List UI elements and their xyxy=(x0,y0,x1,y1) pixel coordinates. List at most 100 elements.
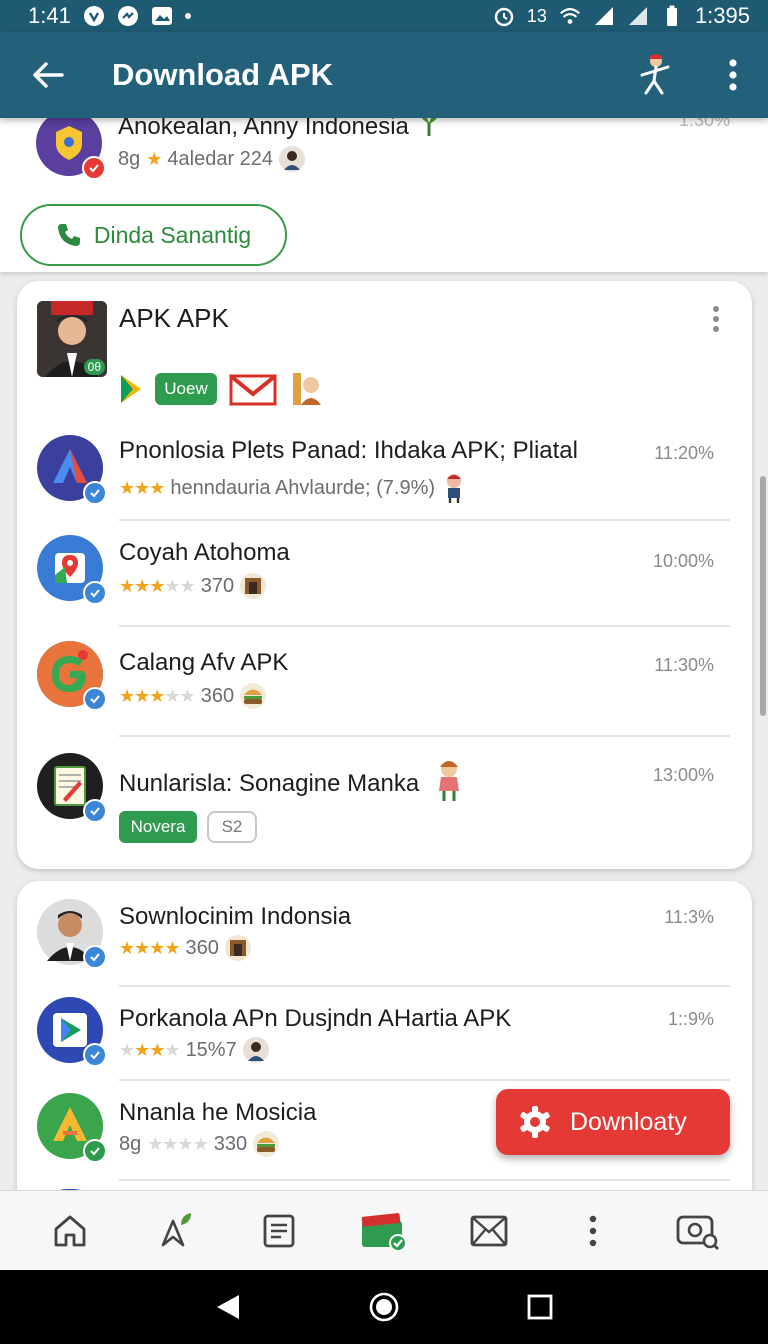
cell-signal-2-icon xyxy=(627,5,649,27)
divider xyxy=(119,985,730,987)
phone-icon xyxy=(57,224,80,246)
character-sticker-icon[interactable] xyxy=(289,371,325,407)
app-meta-6-text: 15%7 xyxy=(185,1038,237,1061)
bottom-navigation xyxy=(0,1190,768,1270)
app-title-5[interactable]: Sownlocinim Indonsia xyxy=(119,903,351,931)
app-icon-5[interactable] xyxy=(37,899,107,969)
rating-stars: ★★★★★ xyxy=(119,685,196,706)
signal-label: 13 xyxy=(526,5,547,26)
status-bar-left: 1:41 xyxy=(28,3,191,29)
app-title-6[interactable]: Porkanola APn Dusjndn AHartia APK xyxy=(119,1005,511,1033)
app-time-1: 11:20% xyxy=(654,443,714,463)
battery-icon xyxy=(661,5,683,27)
featured-apps-row: Uoew xyxy=(117,371,325,407)
pin-leaf-icon xyxy=(161,1212,191,1246)
nav-explore[interactable] xyxy=(145,1201,205,1261)
system-back-button[interactable] xyxy=(200,1279,256,1335)
app-meta-5-text: 360 xyxy=(185,936,219,959)
verified-badge-icon xyxy=(83,945,107,969)
notification-icon xyxy=(83,5,105,27)
app-time-3: 11:30% xyxy=(654,655,714,675)
app-meta-6: ★★★★ 15%7 xyxy=(119,1037,269,1063)
chip-novera[interactable]: Novera xyxy=(119,811,197,843)
divider xyxy=(119,1079,730,1081)
rating-stars: ★★★★ xyxy=(147,1133,209,1154)
app-icon-1[interactable] xyxy=(37,435,107,505)
chip-size[interactable]: S2 xyxy=(207,811,257,843)
back-button[interactable] xyxy=(20,47,76,103)
divider xyxy=(119,625,730,627)
nav-camera-search[interactable] xyxy=(668,1201,728,1261)
featured-avatar[interactable]: 0θ xyxy=(37,301,107,377)
apk-card: 0θ APK APK Uoew Pnonlosia Plets Panad: I… xyxy=(17,281,752,869)
gmail-icon[interactable] xyxy=(229,372,277,406)
top-app-icon[interactable] xyxy=(36,118,106,180)
verified-badge-icon xyxy=(83,481,107,505)
top-item-title[interactable]: Anokealan, Anny Indonesia xyxy=(118,118,442,141)
app-title-4[interactable]: Nunlarisla: Sonagine Manka xyxy=(119,759,464,803)
divider xyxy=(119,519,730,521)
status-bar: 1:41 13 1:395 xyxy=(0,0,768,32)
featured-title[interactable]: APK APK xyxy=(119,303,229,334)
more-vertical-icon xyxy=(589,1215,597,1246)
app-title-2[interactable]: Coyah Atohoma xyxy=(119,539,290,567)
overflow-menu-button[interactable] xyxy=(718,51,748,99)
app-meta-2-text: 370 xyxy=(200,574,235,597)
cell-signal-icon xyxy=(593,5,615,27)
triangle-back-icon xyxy=(217,1295,239,1319)
gallery-icon xyxy=(151,5,173,27)
featured-menu-button[interactable] xyxy=(712,305,728,333)
app-meta-2: ★★★★★ 370 xyxy=(119,573,267,599)
app-icon-7[interactable] xyxy=(37,1093,107,1163)
wallet-check-icon xyxy=(361,1212,407,1251)
profile-button[interactable] xyxy=(630,51,678,99)
chip-new[interactable]: Uoew xyxy=(155,373,217,405)
top-item-meta-prefix: 8g xyxy=(118,147,141,170)
page-title: Download APK xyxy=(112,57,334,92)
person-avatar-icon xyxy=(242,1037,269,1063)
app-icon-6[interactable] xyxy=(37,997,107,1067)
fab-label: Downloaty xyxy=(570,1107,687,1136)
app-title-7[interactable]: Nnanla he Mosicia xyxy=(119,1099,316,1127)
play-store-icon[interactable] xyxy=(117,373,143,405)
app-title-1[interactable]: Pnonlosia Plets Panad: Ihdaka APK; Pliat… xyxy=(119,437,578,465)
verified-badge-icon xyxy=(83,687,107,711)
more-vertical-icon xyxy=(713,306,719,332)
system-recents-button[interactable] xyxy=(512,1279,568,1335)
more-vertical-icon xyxy=(729,59,737,91)
star-icon: ★ xyxy=(146,148,162,169)
app-time-6: 1::9% xyxy=(667,1009,714,1029)
nav-documents[interactable] xyxy=(249,1201,309,1261)
person-avatar-icon xyxy=(279,146,306,172)
home-icon xyxy=(54,1215,86,1246)
app-meta-3-text: 360 xyxy=(200,684,235,707)
top-item-meta-text: 4aledar 224 xyxy=(167,147,274,170)
app-icon-3[interactable] xyxy=(37,641,107,711)
gear-icon xyxy=(520,1106,550,1138)
app-meta-1-text: henndauria Ahvlaurde; (7.9%) xyxy=(170,476,436,499)
app-time-4: 13:00% xyxy=(652,765,714,785)
app-icon-4[interactable] xyxy=(37,753,107,823)
app-icon-2[interactable] xyxy=(37,535,107,605)
nav-more[interactable] xyxy=(563,1201,623,1261)
back-arrow-icon xyxy=(33,62,64,88)
app-meta-1: ★★★ henndauria Ahvlaurde; (7.9%) xyxy=(119,473,467,503)
nav-mail[interactable] xyxy=(459,1201,519,1261)
call-contact-button[interactable]: Dinda Sanantig xyxy=(20,204,287,266)
nav-home[interactable] xyxy=(40,1201,100,1261)
top-item-title-text: Anokealan, Anny Indonesia xyxy=(118,118,409,140)
nav-wallet[interactable] xyxy=(354,1201,414,1261)
frame-sticker-icon xyxy=(240,573,267,599)
app-title-4-text: Nunlarisla: Sonagine Manka xyxy=(119,770,420,797)
app-title-3[interactable]: Calang Afv APK xyxy=(119,649,288,677)
scrollbar[interactable] xyxy=(760,476,766,716)
avatar-badge: 0θ xyxy=(83,359,105,375)
app-time-5: 11:3% xyxy=(664,907,714,927)
app-bar: Download APK xyxy=(0,32,768,118)
download-fab-button[interactable]: Downloaty xyxy=(496,1089,730,1155)
app-meta-7-text: 330 xyxy=(213,1132,248,1155)
content-scroll[interactable]: Anokealan, Anny Indonesia 8g ★ 4aledar 2… xyxy=(0,118,768,1190)
system-home-button[interactable] xyxy=(356,1279,412,1335)
alarm-icon xyxy=(493,5,515,27)
app-time-2: 10:00% xyxy=(652,551,714,571)
